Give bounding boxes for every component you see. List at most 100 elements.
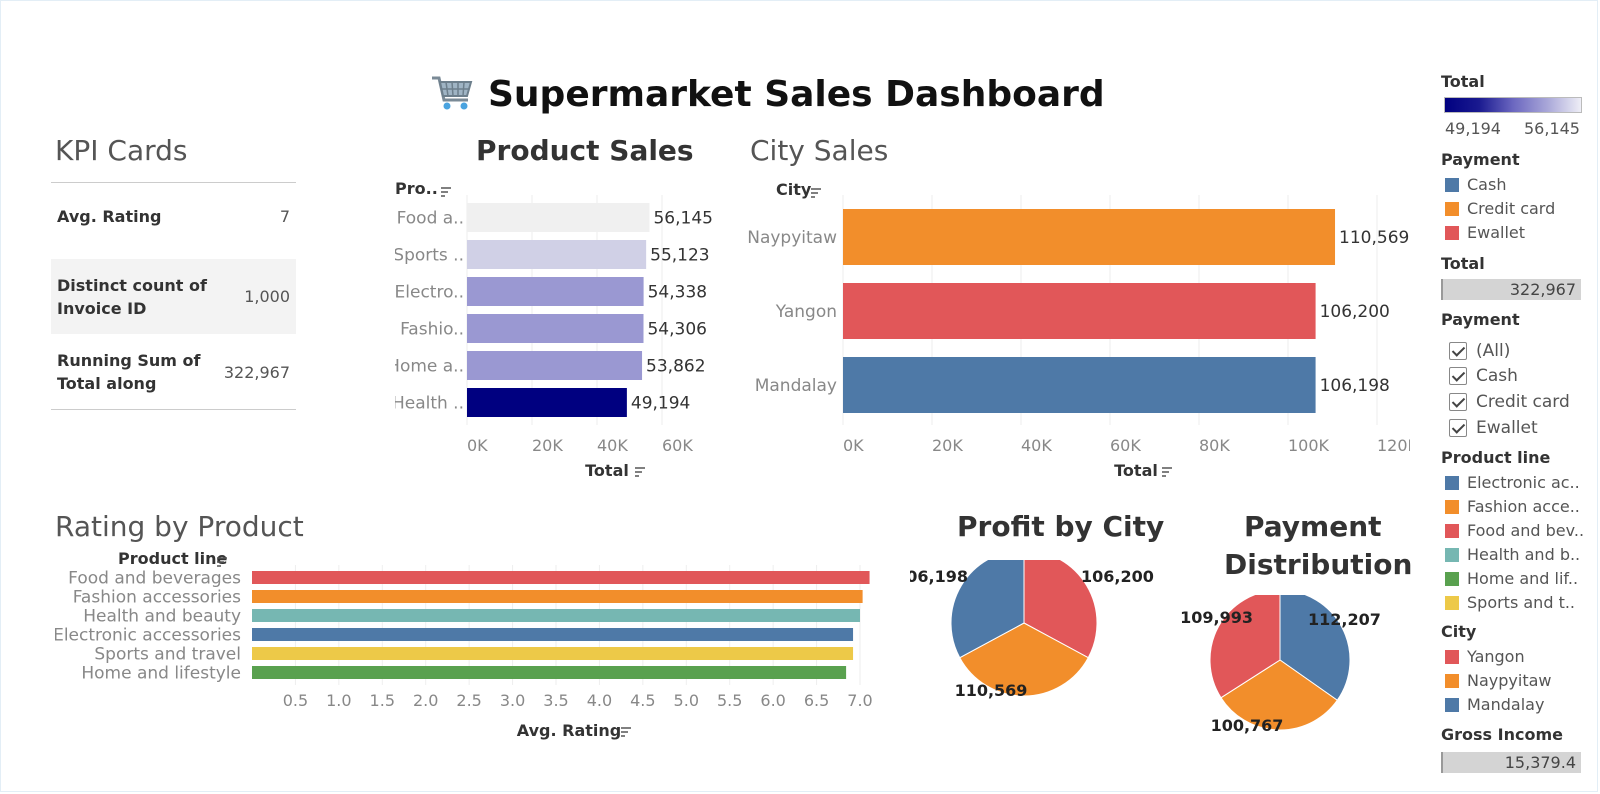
- checkbox[interactable]: [1449, 393, 1467, 411]
- legend-item-yangon[interactable]: Yangon: [1445, 647, 1525, 666]
- tick-label: 5.5: [717, 691, 742, 710]
- category-label: Home and lifestyle: [81, 664, 241, 684]
- kpi-label: Running Sum of Total along: [57, 351, 201, 393]
- legend-item-health[interactable]: Health and b..: [1445, 545, 1580, 564]
- payment-distribution-title-line2: Distribution: [1224, 548, 1413, 581]
- legend-swatch: [1445, 649, 1459, 664]
- sort-icon[interactable]: [1162, 467, 1172, 477]
- legend-label: Health and b..: [1467, 545, 1581, 564]
- legend-swatch: [1445, 201, 1459, 216]
- tick-label: 0.5: [283, 691, 308, 710]
- city-sales-chart[interactable]: City Naypyitaw 110,569 Yangon 106,200 Mandala…: [740, 175, 1410, 495]
- bar[interactable]: [252, 609, 860, 622]
- legend-label: Food and bev..: [1467, 521, 1585, 540]
- axis-header: Pro..: [395, 179, 438, 198]
- sort-icon[interactable]: [811, 188, 821, 198]
- tick-label: 20K: [532, 436, 563, 455]
- legend-swatch: [1445, 499, 1459, 514]
- bar[interactable]: [843, 283, 1316, 339]
- data-label: 53,862: [646, 357, 705, 377]
- pie-label: 110,569: [955, 681, 1028, 700]
- tick-label: 80K: [1199, 436, 1230, 455]
- payment-filter-all[interactable]: (All): [1449, 341, 1510, 361]
- dashboard-header: Supermarket Sales Dashboard: [430, 70, 1105, 118]
- data-label: 106,200: [1320, 302, 1390, 322]
- payment-filter-ewallet[interactable]: Ewallet: [1449, 418, 1538, 438]
- tick-label: 4.5: [630, 691, 655, 710]
- checkbox-label: Ewallet: [1476, 418, 1538, 438]
- total-gradient-min: 49,194: [1445, 119, 1501, 138]
- checkbox[interactable]: [1449, 342, 1467, 360]
- legend-item-sports[interactable]: Sports and t..: [1445, 593, 1575, 612]
- legend-label: Sports and t..: [1467, 593, 1576, 612]
- legend-item-food[interactable]: Food and bev..: [1445, 521, 1584, 540]
- category-label: Mandalay: [755, 376, 837, 396]
- tick-label: 40K: [1021, 436, 1052, 455]
- legend-item-home[interactable]: Home and lif..: [1445, 569, 1578, 588]
- category-label: Health ..: [395, 394, 464, 414]
- city-sales-title: City Sales: [750, 134, 889, 167]
- legend-item-credit-card[interactable]: Credit card: [1445, 199, 1555, 218]
- bar[interactable]: [843, 357, 1316, 413]
- category-label: Yangon: [775, 302, 837, 322]
- payment-filter-cash[interactable]: Cash: [1449, 366, 1518, 386]
- kpi-value: 7: [279, 206, 290, 226]
- bar[interactable]: [467, 240, 647, 269]
- payment-distribution-pie[interactable]: 112,207 100,767 109,993: [1170, 595, 1430, 755]
- pie-label: 109,993: [1180, 608, 1253, 627]
- sort-icon[interactable]: [621, 727, 631, 737]
- bar[interactable]: [252, 666, 847, 679]
- legend-item-electronic[interactable]: Electronic ac..: [1445, 473, 1580, 492]
- gross-income-slider[interactable]: 15,379.4: [1441, 752, 1581, 773]
- bar[interactable]: [252, 628, 854, 641]
- checkbox-label: Cash: [1476, 366, 1518, 386]
- checkbox[interactable]: [1449, 367, 1467, 385]
- tick-label: 0K: [843, 436, 864, 455]
- dashboard-title: Supermarket Sales Dashboard: [488, 73, 1105, 115]
- kpi-card-running-sum[interactable]: Running Sum of Total along 322,967: [51, 336, 296, 408]
- bar[interactable]: [252, 590, 863, 603]
- bar[interactable]: [252, 571, 870, 584]
- tick-label: 3.0: [500, 691, 525, 710]
- total-filter-title: Total: [1441, 254, 1485, 273]
- bar[interactable]: [467, 351, 643, 380]
- total-filter-slider[interactable]: 322,967: [1441, 279, 1581, 300]
- data-label: 56,145: [653, 209, 712, 229]
- rating-by-product-title: Rating by Product: [55, 510, 304, 543]
- bar[interactable]: [467, 314, 644, 343]
- data-label: 54,338: [648, 283, 707, 303]
- legend-item-naypyitaw[interactable]: Naypyitaw: [1445, 671, 1551, 690]
- kpi-card-invoice-count[interactable]: Distinct count of Invoice ID 1,000: [51, 259, 296, 334]
- bar[interactable]: [252, 647, 854, 660]
- pie-label: 112,207: [1308, 610, 1381, 629]
- payment-legend-title: Payment: [1441, 150, 1520, 169]
- bar[interactable]: [467, 203, 650, 232]
- checkbox-label: Credit card: [1476, 392, 1570, 412]
- legend-item-ewallet[interactable]: Ewallet: [1445, 223, 1525, 242]
- product-sales-chart[interactable]: Pro.. Food a.. 56,145 Sports .. 55,123 Electr…: [395, 175, 745, 495]
- legend-item-mandalay[interactable]: Mandalay: [1445, 695, 1544, 714]
- legend-item-fashion[interactable]: Fashion acce..: [1445, 497, 1580, 516]
- bar[interactable]: [843, 209, 1336, 265]
- legend-item-cash[interactable]: Cash: [1445, 175, 1506, 194]
- rating-by-product-chart[interactable]: Product lineFood and beveragesFashion ac…: [55, 550, 915, 790]
- legend-label: Home and lif..: [1467, 569, 1579, 588]
- bar[interactable]: [467, 277, 644, 306]
- tick-label: 1.0: [326, 691, 351, 710]
- sort-icon[interactable]: [635, 467, 645, 477]
- total-gradient-bar: [1444, 97, 1582, 113]
- sort-icon[interactable]: [441, 187, 451, 197]
- profit-by-city-pie[interactable]: 106,200 110,569 106,198: [910, 560, 1170, 720]
- checkbox[interactable]: [1449, 419, 1467, 437]
- legend-label: Electronic ac..: [1467, 473, 1580, 492]
- tick-label: 2.0: [413, 691, 438, 710]
- kpi-card-avg-rating[interactable]: Avg. Rating 7: [51, 188, 296, 244]
- payment-filter-title: Payment: [1441, 310, 1520, 329]
- kpi-bottom-divider: [51, 409, 296, 410]
- total-gradient-max: 56,145: [1524, 119, 1580, 138]
- bar[interactable]: [467, 388, 627, 417]
- legend-swatch: [1445, 177, 1459, 192]
- payment-filter-credit-card[interactable]: Credit card: [1449, 392, 1570, 412]
- legend-label: Credit card: [1467, 199, 1556, 218]
- kpi-value: 322,967: [223, 362, 290, 382]
